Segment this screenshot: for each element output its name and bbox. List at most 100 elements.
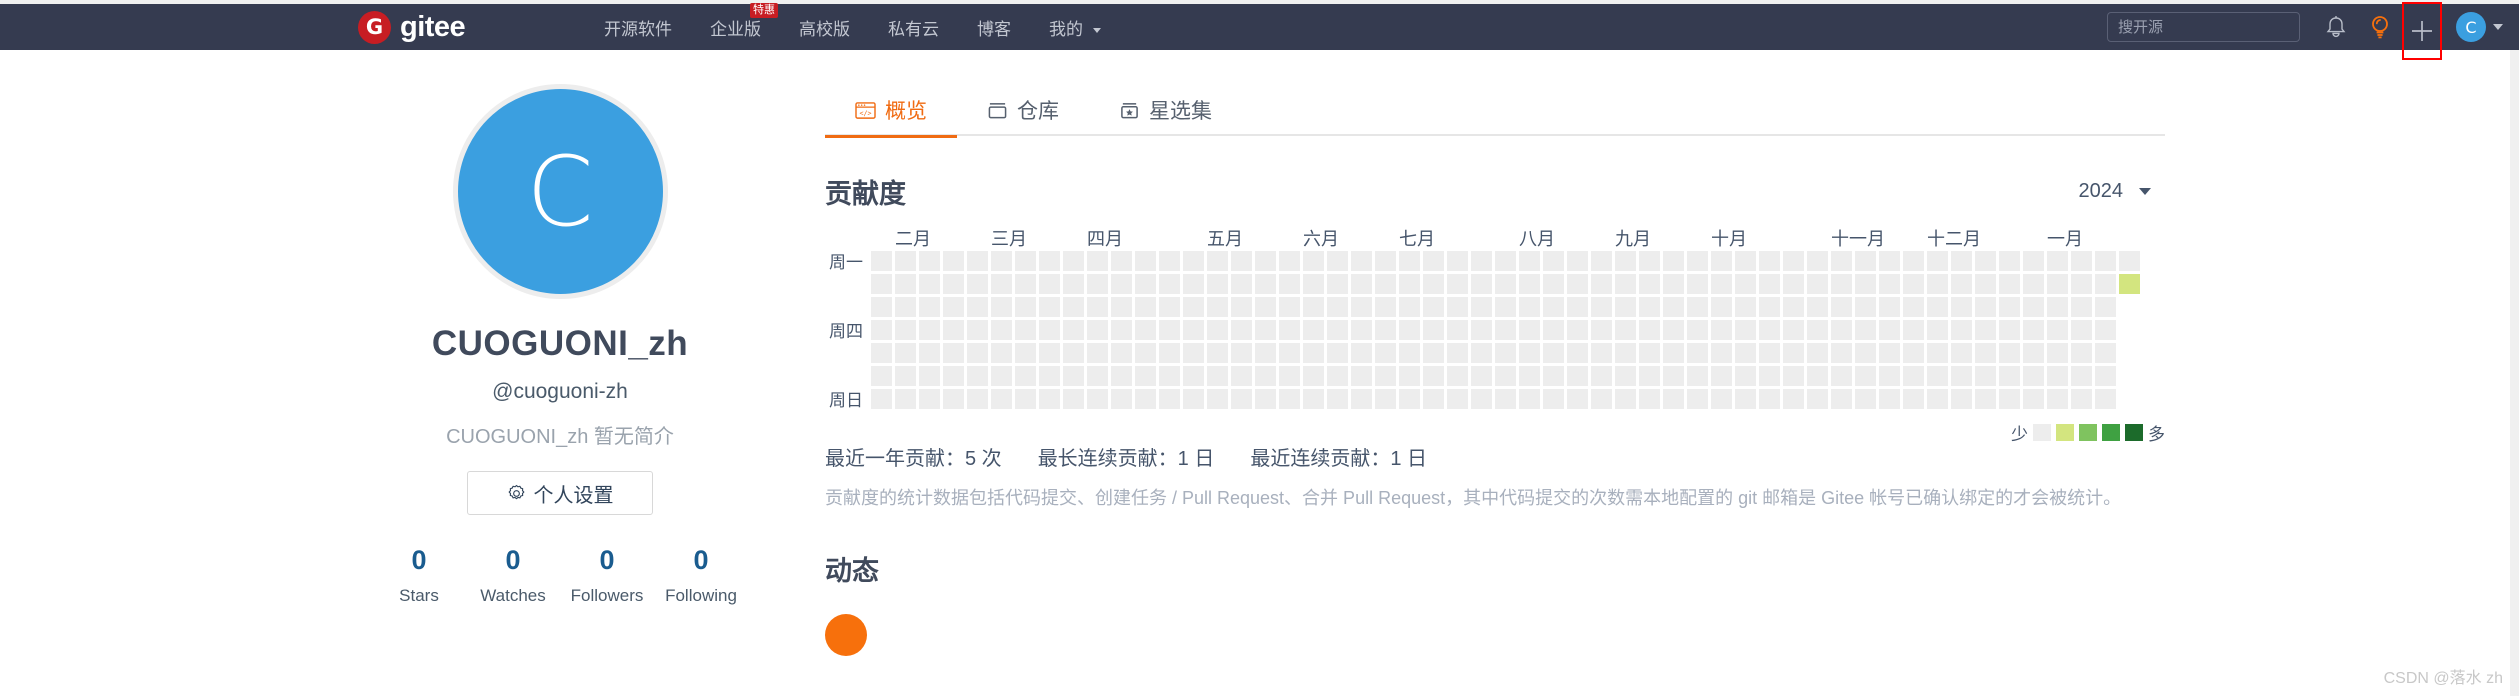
calendar-day-cell[interactable]: [1807, 297, 1828, 317]
calendar-day-cell[interactable]: [1855, 297, 1876, 317]
calendar-day-cell[interactable]: [1039, 274, 1060, 294]
calendar-day-cell[interactable]: [1951, 274, 1972, 294]
calendar-day-cell[interactable]: [1543, 297, 1564, 317]
calendar-day-cell[interactable]: [1639, 274, 1660, 294]
calendar-day-cell[interactable]: [1639, 251, 1660, 271]
calendar-day-cell[interactable]: [943, 389, 964, 409]
calendar-day-cell[interactable]: [1519, 251, 1540, 271]
calendar-day-cell[interactable]: [1423, 320, 1444, 340]
calendar-day-cell[interactable]: [1159, 320, 1180, 340]
calendar-day-cell[interactable]: [967, 297, 988, 317]
calendar-day-cell[interactable]: [1759, 343, 1780, 363]
calendar-day-cell[interactable]: [1231, 274, 1252, 294]
calendar-day-cell[interactable]: [1447, 251, 1468, 271]
calendar-day-cell[interactable]: [895, 343, 916, 363]
tab-overview[interactable]: </> 概览: [825, 84, 957, 138]
calendar-day-cell[interactable]: [1279, 366, 1300, 386]
stat-following[interactable]: 0 Following: [661, 545, 741, 606]
calendar-day-cell[interactable]: [1351, 343, 1372, 363]
calendar-day-cell[interactable]: [1447, 389, 1468, 409]
calendar-day-cell[interactable]: [1447, 320, 1468, 340]
calendar-day-cell[interactable]: [2071, 320, 2092, 340]
user-menu-button[interactable]: C: [2456, 4, 2503, 50]
calendar-day-cell[interactable]: [1015, 251, 1036, 271]
calendar-day-cell[interactable]: [1975, 297, 1996, 317]
calendar-day-cell[interactable]: [2119, 274, 2140, 294]
calendar-day-cell[interactable]: [1735, 366, 1756, 386]
calendar-day-cell[interactable]: [1687, 297, 1708, 317]
calendar-day-cell[interactable]: [1015, 389, 1036, 409]
calendar-day-cell[interactable]: [2047, 389, 2068, 409]
calendar-day-cell[interactable]: [1951, 366, 1972, 386]
gitee-logo[interactable]: G gitee: [358, 10, 466, 44]
calendar-day-cell[interactable]: [1495, 251, 1516, 271]
calendar-day-cell[interactable]: [1231, 320, 1252, 340]
calendar-day-cell[interactable]: [1951, 343, 1972, 363]
calendar-day-cell[interactable]: [919, 343, 940, 363]
calendar-day-cell[interactable]: [1831, 389, 1852, 409]
calendar-day-cell[interactable]: [1543, 343, 1564, 363]
calendar-day-cell[interactable]: [1903, 320, 1924, 340]
calendar-day-cell[interactable]: [1423, 389, 1444, 409]
calendar-day-cell[interactable]: [1351, 297, 1372, 317]
calendar-day-cell[interactable]: [2095, 320, 2116, 340]
calendar-day-cell[interactable]: [1087, 366, 1108, 386]
calendar-day-cell[interactable]: [1591, 274, 1612, 294]
calendar-day-cell[interactable]: [1039, 343, 1060, 363]
calendar-day-cell[interactable]: [1351, 251, 1372, 271]
calendar-day-cell[interactable]: [1375, 297, 1396, 317]
profile-avatar[interactable]: C: [452, 84, 668, 299]
calendar-day-cell[interactable]: [1951, 297, 1972, 317]
create-new-button[interactable]: [2402, 2, 2442, 60]
calendar-day-cell[interactable]: [919, 389, 940, 409]
calendar-day-cell[interactable]: [1471, 366, 1492, 386]
calendar-day-cell[interactable]: [919, 297, 940, 317]
calendar-day-cell[interactable]: [1567, 274, 1588, 294]
calendar-day-cell[interactable]: [1111, 274, 1132, 294]
calendar-day-cell[interactable]: [2047, 366, 2068, 386]
calendar-day-cell[interactable]: [1903, 389, 1924, 409]
calendar-day-cell[interactable]: [1231, 366, 1252, 386]
calendar-day-cell[interactable]: [1687, 274, 1708, 294]
calendar-day-cell[interactable]: [1663, 320, 1684, 340]
calendar-day-cell[interactable]: [1183, 389, 1204, 409]
calendar-day-cell[interactable]: [1663, 389, 1684, 409]
calendar-day-cell[interactable]: [1183, 320, 1204, 340]
calendar-day-cell[interactable]: [1687, 251, 1708, 271]
calendar-day-cell[interactable]: [1183, 343, 1204, 363]
calendar-day-cell[interactable]: [1135, 251, 1156, 271]
calendar-day-cell[interactable]: [1999, 389, 2020, 409]
calendar-day-cell[interactable]: [1303, 251, 1324, 271]
calendar-day-cell[interactable]: [1303, 297, 1324, 317]
calendar-day-cell[interactable]: [1399, 297, 1420, 317]
calendar-day-cell[interactable]: [1471, 297, 1492, 317]
calendar-day-cell[interactable]: [1159, 274, 1180, 294]
calendar-day-cell[interactable]: [1399, 389, 1420, 409]
calendar-day-cell[interactable]: [895, 389, 916, 409]
calendar-day-cell[interactable]: [2095, 366, 2116, 386]
calendar-day-cell[interactable]: [1135, 297, 1156, 317]
calendar-day-cell[interactable]: [1807, 251, 1828, 271]
calendar-day-cell[interactable]: [1735, 251, 1756, 271]
calendar-day-cell[interactable]: [1495, 389, 1516, 409]
calendar-day-cell[interactable]: [1231, 251, 1252, 271]
calendar-day-cell[interactable]: [1543, 274, 1564, 294]
calendar-day-cell[interactable]: [871, 320, 892, 340]
calendar-day-cell[interactable]: [1615, 320, 1636, 340]
calendar-day-cell[interactable]: [1975, 274, 1996, 294]
calendar-day-cell[interactable]: [1711, 251, 1732, 271]
calendar-day-cell[interactable]: [1207, 297, 1228, 317]
calendar-day-cell[interactable]: [1879, 251, 1900, 271]
calendar-day-cell[interactable]: [1519, 366, 1540, 386]
calendar-day-cell[interactable]: [1375, 343, 1396, 363]
calendar-day-cell[interactable]: [1855, 251, 1876, 271]
calendar-day-cell[interactable]: [1831, 251, 1852, 271]
calendar-day-cell[interactable]: [2023, 366, 2044, 386]
calendar-day-cell[interactable]: [1255, 366, 1276, 386]
calendar-day-cell[interactable]: [1567, 251, 1588, 271]
calendar-day-cell[interactable]: [871, 366, 892, 386]
calendar-day-cell[interactable]: [943, 297, 964, 317]
calendar-day-cell[interactable]: [1231, 389, 1252, 409]
calendar-day-cell[interactable]: [1111, 251, 1132, 271]
calendar-day-cell[interactable]: [1231, 343, 1252, 363]
